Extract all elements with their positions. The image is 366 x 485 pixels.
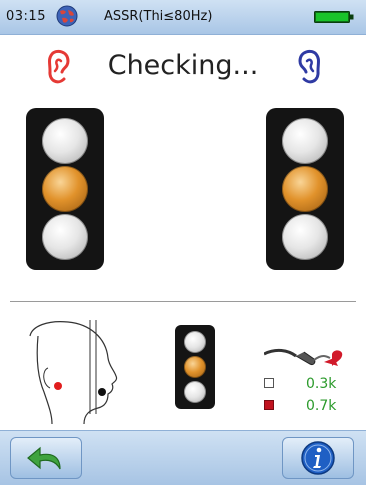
impedance-row: 0.3k xyxy=(264,376,354,392)
back-arrow-icon xyxy=(27,446,61,470)
globe-icon xyxy=(56,5,78,27)
electrode-red-dot xyxy=(54,382,62,390)
lamp-top xyxy=(184,331,206,353)
info-icon xyxy=(301,441,335,475)
electrode-black-dot xyxy=(98,388,106,396)
head-electrode-diagram xyxy=(29,320,118,425)
lamp-middle xyxy=(42,166,88,212)
divider xyxy=(10,301,356,302)
left-ear-blue-icon xyxy=(298,49,320,84)
lamp-bottom xyxy=(42,214,88,260)
impedance-row: 0.7k xyxy=(264,398,354,414)
white-electrode-swatch xyxy=(264,378,274,388)
electrode-icon xyxy=(264,348,343,366)
lamp-middle xyxy=(282,166,328,212)
lamp-bottom xyxy=(282,214,328,260)
left-ear-status-light xyxy=(26,108,104,270)
red-electrode-swatch xyxy=(264,400,274,410)
lamp-middle xyxy=(184,356,206,378)
status-time: 03:15 xyxy=(6,9,46,24)
bottom-toolbar xyxy=(0,430,366,485)
info-button[interactable] xyxy=(282,437,354,479)
impedance-value: 0.3k xyxy=(306,376,337,392)
status-bar: 03:15 ASSR(Thi≤80Hz) xyxy=(0,0,366,35)
right-ear-status-light xyxy=(266,108,344,270)
lamp-top xyxy=(42,118,88,164)
status-mode: ASSR(Thi≤80Hz) xyxy=(104,9,213,24)
impedance-status-light xyxy=(175,325,215,409)
back-button[interactable] xyxy=(10,437,82,479)
battery-full-icon xyxy=(314,11,354,23)
lamp-top xyxy=(282,118,328,164)
lamp-bottom xyxy=(184,381,206,403)
impedance-value: 0.7k xyxy=(306,398,337,414)
